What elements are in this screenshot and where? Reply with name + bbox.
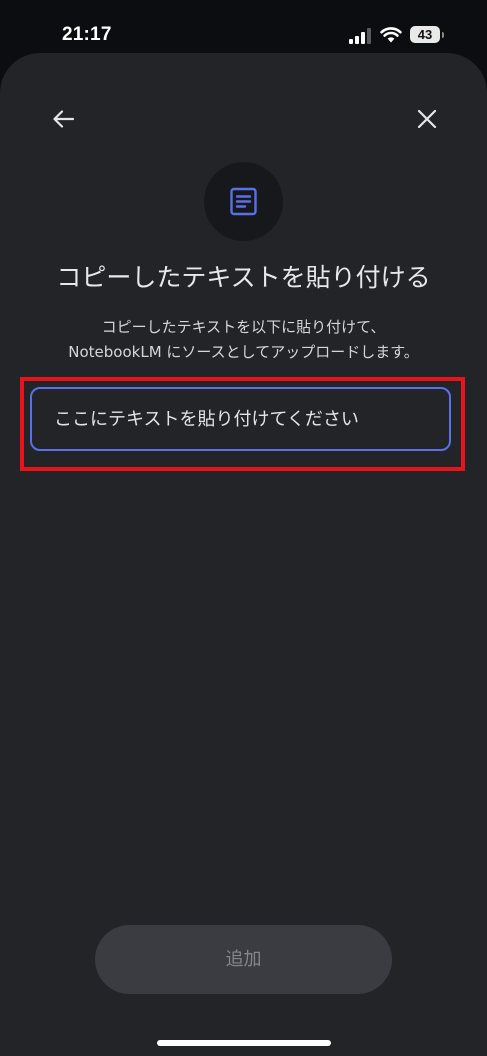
wifi-icon [380, 27, 402, 43]
cellular-signal-icon [349, 28, 371, 44]
home-indicator[interactable] [157, 1040, 331, 1046]
description-line-2: NotebookLM にソースとしてアップロードします。 [68, 343, 419, 361]
battery-level: 43 [410, 26, 440, 43]
page-title: コピーしたテキストを貼り付ける [56, 263, 431, 292]
description-line-1: コピーしたテキストを以下に貼り付けて、 [101, 318, 386, 336]
document-badge [204, 162, 283, 241]
back-button[interactable] [48, 103, 80, 135]
description: コピーしたテキストを以下に貼り付けて、 NotebookLM にソースとしてアッ… [0, 315, 487, 365]
add-button[interactable]: 追加 [95, 925, 392, 994]
paste-text-input[interactable] [30, 387, 451, 451]
arrow-left-icon [53, 110, 75, 128]
document-icon [230, 187, 257, 216]
status-bar: 21:17 43 [0, 0, 487, 56]
battery-icon: 43 [410, 26, 446, 44]
status-time: 21:17 [62, 24, 112, 45]
close-button[interactable] [411, 103, 443, 135]
close-icon [417, 109, 437, 129]
